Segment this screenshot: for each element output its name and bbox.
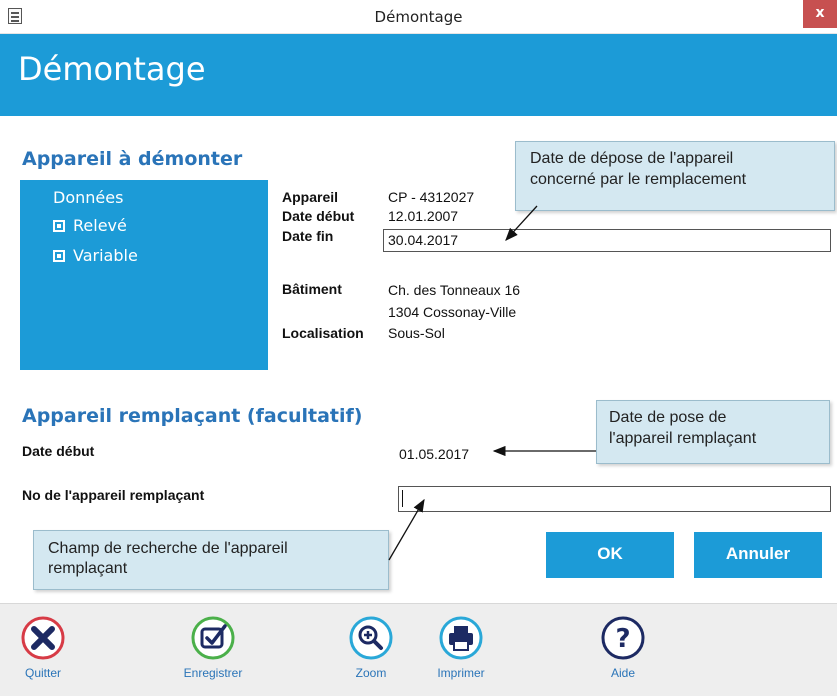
svg-text:?: ? bbox=[615, 624, 630, 654]
batiment-line2: 1304 Cossonay-Ville bbox=[388, 304, 517, 320]
localisation-label: Localisation bbox=[282, 325, 364, 341]
enregistrer-label: Enregistrer bbox=[183, 666, 243, 680]
panel-item-variable[interactable]: Variable bbox=[53, 246, 138, 265]
zoom-button[interactable]: Zoom bbox=[326, 614, 416, 680]
imprimer-label: Imprimer bbox=[437, 666, 485, 680]
close-button[interactable]: x bbox=[803, 0, 837, 28]
remplacant-date-debut-value: 01.05.2017 bbox=[399, 446, 470, 462]
annuler-button[interactable]: Annuler bbox=[694, 532, 822, 578]
window-title: Démontage bbox=[374, 8, 463, 26]
quitter-icon bbox=[21, 616, 65, 660]
checkbox-icon[interactable] bbox=[53, 219, 65, 232]
callout-recherche: Champ de recherche de l'appareil remplaç… bbox=[33, 530, 389, 590]
date-debut-label: Date début bbox=[282, 208, 355, 224]
aide-label: Aide bbox=[610, 666, 636, 680]
no-appareil-label: No de l'appareil remplaçant bbox=[22, 487, 205, 503]
enregistrer-button[interactable]: Enregistrer bbox=[168, 614, 258, 680]
checkbox-icon[interactable] bbox=[53, 249, 65, 262]
callout-date-depose: Date de dépose de l'appareil concerné pa… bbox=[515, 141, 835, 211]
callout-line: l'appareil remplaçant bbox=[609, 430, 757, 447]
appareil-value: CP - 4312027 bbox=[388, 189, 475, 205]
section-title-appareil-demonter: Appareil à démonter bbox=[22, 148, 243, 170]
data-panel: Données Relevé Variable bbox=[20, 180, 268, 370]
callout-date-pose: Date de pose de l'appareil remplaçant bbox=[596, 400, 830, 464]
page-title: Démontage bbox=[18, 50, 206, 88]
appareil-label: Appareil bbox=[282, 189, 339, 205]
callout-line: Date de pose de bbox=[609, 409, 727, 426]
batiment-line1: Ch. des Tonneaux 16 bbox=[388, 282, 521, 298]
enregistrer-icon bbox=[191, 616, 235, 660]
text-cursor bbox=[402, 490, 403, 507]
no-appareil-search-input[interactable] bbox=[398, 486, 831, 512]
panel-heading: Données bbox=[53, 188, 124, 207]
remplacant-date-debut-label: Date début bbox=[22, 443, 95, 459]
printer-icon bbox=[439, 616, 483, 660]
bottom-toolbar: Quitter Enregistrer Zoom Imprimer ? Aide bbox=[0, 603, 837, 696]
page-header: Démontage bbox=[0, 34, 837, 116]
localisation-value: Sous-Sol bbox=[388, 325, 445, 341]
aide-button[interactable]: ? Aide bbox=[578, 614, 668, 680]
panel-item-label: Relevé bbox=[73, 216, 127, 235]
window-titlebar: Démontage x bbox=[0, 0, 837, 34]
quitter-button[interactable]: Quitter bbox=[0, 614, 88, 680]
ok-button[interactable]: OK bbox=[546, 532, 674, 578]
panel-item-releve[interactable]: Relevé bbox=[53, 216, 127, 235]
zoom-icon bbox=[349, 616, 393, 660]
quitter-label: Quitter bbox=[24, 666, 61, 680]
panel-item-label: Variable bbox=[73, 246, 138, 265]
callout-line: concerné par le remplacement bbox=[530, 171, 747, 188]
callout-line: Date de dépose de l'appareil bbox=[530, 150, 734, 167]
section-title-appareil-remplacant: Appareil remplaçant (facultatif) bbox=[22, 405, 363, 427]
batiment-label: Bâtiment bbox=[282, 281, 342, 297]
date-debut-value: 12.01.2007 bbox=[388, 208, 459, 224]
zoom-label: Zoom bbox=[355, 666, 387, 680]
imprimer-button[interactable]: Imprimer bbox=[416, 614, 506, 680]
callout-line: Champ de recherche de l'appareil bbox=[48, 540, 288, 557]
callout-line: remplaçant bbox=[48, 560, 128, 577]
help-icon: ? bbox=[601, 616, 645, 660]
date-fin-field[interactable]: 30.04.2017 bbox=[383, 229, 831, 252]
date-fin-label: Date fin bbox=[282, 228, 334, 244]
